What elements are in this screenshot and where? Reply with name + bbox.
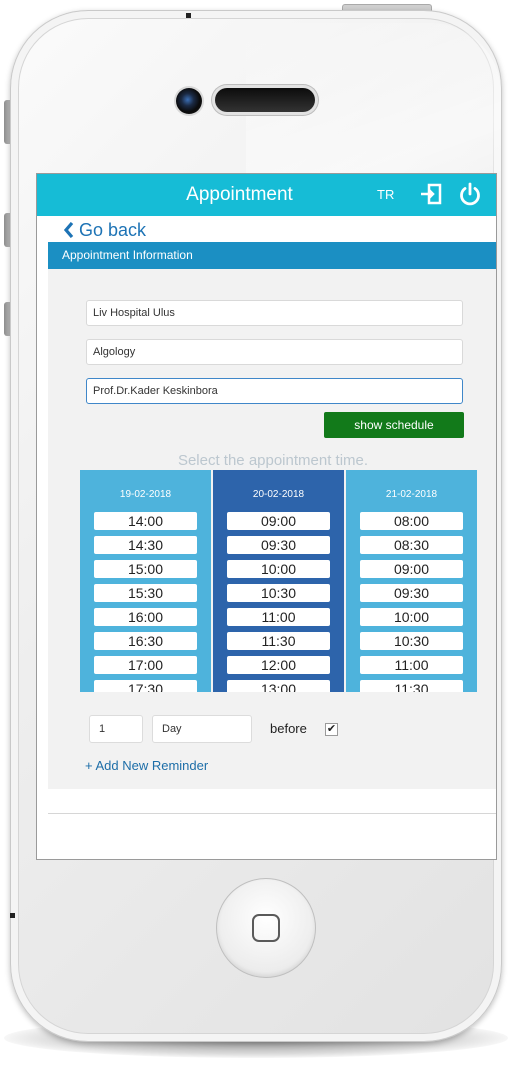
time-slot[interactable]: 16:00	[94, 608, 197, 626]
time-slot[interactable]: 09:30	[227, 536, 330, 554]
select-time-hint: Select the appointment time.	[177, 452, 369, 469]
time-slot[interactable]: 10:00	[360, 608, 463, 626]
antenna-mark	[186, 13, 191, 18]
day-column: 21-02-2018 08:00 08:30 09:00 09:30 10:00…	[346, 470, 477, 692]
add-reminder-link[interactable]: + Add New Reminder	[85, 758, 208, 773]
time-slot[interactable]: 09:00	[360, 560, 463, 578]
home-button[interactable]	[216, 878, 316, 978]
time-slot[interactable]: 15:00	[94, 560, 197, 578]
chevron-left-icon	[64, 222, 74, 238]
time-slot[interactable]: 08:30	[360, 536, 463, 554]
reminder-unit-select[interactable]: Day	[152, 715, 252, 743]
language-toggle[interactable]: TR	[377, 174, 394, 216]
home-square-icon	[252, 914, 280, 942]
antenna-mark	[10, 913, 15, 918]
show-schedule-button[interactable]: show schedule	[324, 412, 464, 438]
time-slot[interactable]: 08:00	[360, 512, 463, 530]
time-slot[interactable]: 09:00	[227, 512, 330, 530]
day-date: 20-02-2018	[252, 489, 305, 500]
time-slot[interactable]: 10:00	[227, 560, 330, 578]
time-slot[interactable]: 14:00	[94, 512, 197, 530]
time-slot[interactable]: 16:30	[94, 632, 197, 650]
time-slot[interactable]: 12:00	[227, 656, 330, 674]
day-column-selected: 20-02-2018 09:00 09:30 10:00 10:30 11:00…	[213, 470, 344, 692]
doctor-select[interactable]: Prof.Dr.Kader Keskinbora	[86, 378, 463, 404]
time-slot[interactable]: 11:00	[227, 608, 330, 626]
power-icon[interactable]	[458, 182, 482, 206]
time-slot[interactable]: 11:30	[227, 632, 330, 650]
department-select[interactable]: Algology	[86, 339, 463, 365]
hospital-select[interactable]: Liv Hospital Ulus	[86, 300, 463, 326]
reminder-amount-input[interactable]: 1	[89, 715, 143, 743]
time-slot[interactable]: 15:30	[94, 584, 197, 602]
divider	[48, 813, 496, 814]
logout-icon[interactable]	[420, 183, 442, 205]
time-slot[interactable]: 17:00	[94, 656, 197, 674]
day-date: 21-02-2018	[385, 489, 438, 500]
go-back-link[interactable]: Go back	[64, 218, 146, 242]
app-screen: Appointment TR Go back Appointment Infor…	[36, 173, 497, 860]
section-header: Appointment Information	[48, 242, 496, 269]
day-date: 19-02-2018	[119, 489, 172, 500]
go-back-label: Go back	[79, 219, 147, 240]
before-checkbox[interactable]: ✔	[325, 723, 338, 736]
time-slot[interactable]: 10:30	[360, 632, 463, 650]
time-slot[interactable]: 14:30	[94, 536, 197, 554]
time-slot[interactable]: 13:00	[227, 680, 330, 692]
time-slot[interactable]: 10:30	[227, 584, 330, 602]
before-label: before	[270, 721, 307, 736]
day-column: 19-02-2018 14:00 14:30 15:00 15:30 16:00…	[80, 470, 211, 692]
time-slot[interactable]: 11:30	[360, 680, 463, 692]
time-slot[interactable]: 17:30	[94, 680, 197, 692]
top-bar: Appointment TR	[37, 174, 496, 216]
earpiece-speaker	[215, 88, 315, 112]
time-slot[interactable]: 11:00	[360, 656, 463, 674]
appointment-panel: Liv Hospital Ulus Algology Prof.Dr.Kader…	[48, 269, 496, 789]
time-slot[interactable]: 09:30	[360, 584, 463, 602]
front-camera	[176, 88, 202, 114]
